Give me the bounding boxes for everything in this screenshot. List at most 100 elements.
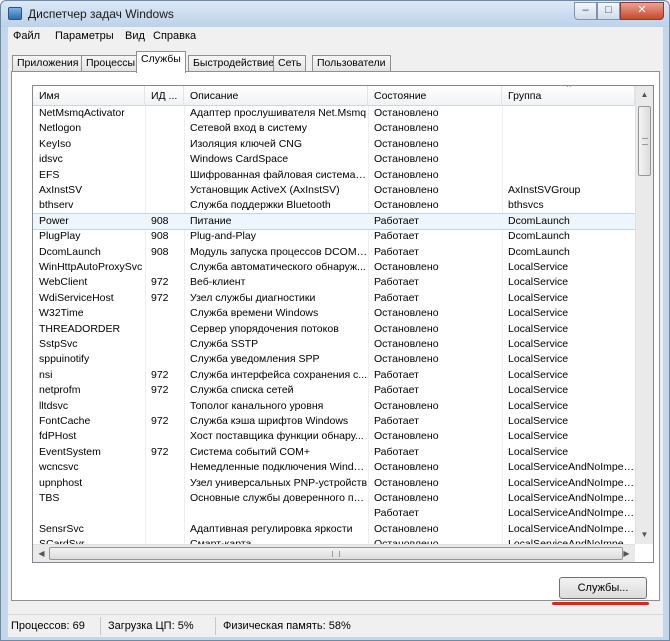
service-group xyxy=(502,106,635,121)
service-group: LocalService xyxy=(508,322,569,335)
service-group: DcomLaunch xyxy=(508,214,570,227)
service-group: LocalServiceAndNoImper... xyxy=(508,492,635,504)
close-button[interactable]: ✕ xyxy=(620,2,664,20)
service-row[interactable]: Netlogon Сетевой вход в систему Остановлен… xyxy=(33,121,635,136)
horizontal-scrollbar[interactable]: ◀ ▶ xyxy=(33,544,635,562)
tab-users[interactable]: Пользователи xyxy=(312,55,391,72)
status-cpu: Загрузка ЦП: 5% xyxy=(108,620,194,632)
service-row[interactable]: Power 908 Питание Работает DcomLaunch xyxy=(33,212,635,231)
service-group: LocalService xyxy=(508,430,569,443)
service-row[interactable]: fdPHost Хост поставщика функции обнару...… xyxy=(33,429,635,444)
horizontal-scroll-thumb[interactable] xyxy=(49,547,623,560)
service-row[interactable]: TBS Основные службы доверенного пл... Оста… xyxy=(33,491,635,506)
service-row[interactable]: EventSystem 972 Система событий COM+ Работа… xyxy=(33,445,635,460)
service-row[interactable]: SstpSvc Служба SSTP Остановлено LocalServic… xyxy=(33,337,635,352)
service-state: Остановлено xyxy=(374,107,439,119)
service-pid: 972 xyxy=(151,415,169,427)
service-description: Хост поставщика функции обнару... xyxy=(190,430,364,443)
service-row[interactable]: WdiServiceHost 972 Узел службы диагностики… xyxy=(33,291,635,306)
service-name: THREADORDER xyxy=(39,322,121,335)
menu-options[interactable]: Параметры xyxy=(55,30,114,42)
service-row[interactable]: lltdsvc Тополог канального уровня Остановл… xyxy=(33,399,635,414)
tab-network[interactable]: Сеть xyxy=(273,55,307,72)
service-pid: 972 xyxy=(151,291,169,304)
column-header-pid[interactable]: ИД ... xyxy=(145,86,184,106)
service-row[interactable]: FontCache 972 Служба кэша шрифтов Windows Р… xyxy=(33,414,635,429)
service-description: Система событий COM+ xyxy=(190,445,311,458)
column-header-name[interactable]: Имя xyxy=(33,86,145,106)
status-processes: Процессов: 69 xyxy=(11,620,85,632)
service-row[interactable]: Работает LocalServiceAndNoImper... xyxy=(33,506,635,521)
title-bar[interactable]: Диспетчер задач Windows – □ ✕ xyxy=(1,1,669,27)
service-name: EventSystem xyxy=(39,445,101,458)
status-divider xyxy=(215,617,216,635)
service-description xyxy=(184,506,368,521)
service-group: LocalService xyxy=(508,384,569,397)
list-rows: NetMsmqActivator Адаптер прослушивателя N… xyxy=(33,106,635,544)
column-header-description[interactable]: Описание xyxy=(184,86,368,106)
tab-performance[interactable]: Быстродействие xyxy=(188,55,280,72)
service-description: Служба интерфейса сохранения с... xyxy=(190,368,368,381)
service-pid: 972 xyxy=(151,276,169,289)
minimize-button[interactable]: – xyxy=(574,2,597,20)
service-row[interactable]: AxInstSV Установщик ActiveX (AxInstSV) Ост… xyxy=(33,183,635,198)
highlight-underline xyxy=(552,602,649,605)
service-name: EFS xyxy=(39,168,60,181)
service-row[interactable]: WinHttpAutoProxySvc Служба автоматическог… xyxy=(33,260,635,275)
vertical-scroll-thumb[interactable] xyxy=(638,106,651,176)
service-row[interactable]: PlugPlay 908 Plug-and-Play Работает DcomLaun… xyxy=(33,229,635,244)
service-pid xyxy=(145,106,184,121)
task-manager-icon xyxy=(8,7,22,20)
service-state: Остановлено xyxy=(374,322,439,335)
service-row[interactable]: DcomLaunch 908 Модуль запуска процессов DC… xyxy=(33,245,635,260)
service-pid: 972 xyxy=(151,445,169,458)
service-row[interactable]: SCardSvr Смарт-картаОстановленоLocalServi… xyxy=(33,537,635,544)
tab-services[interactable]: Службы xyxy=(136,51,186,73)
tab-strip: Приложения Процессы Службы Быстродействи… xyxy=(8,51,663,73)
scroll-up-icon[interactable]: ▲ xyxy=(636,86,653,103)
service-name: bthserv xyxy=(39,199,74,212)
maximize-button[interactable]: □ xyxy=(597,2,620,20)
service-row[interactable]: sppuinotify Служба уведомления SPP Останов… xyxy=(33,352,635,367)
vertical-scrollbar[interactable]: ▲ ▼ xyxy=(635,86,653,544)
tab-processes[interactable]: Процессы xyxy=(81,55,141,72)
status-divider xyxy=(100,617,101,635)
service-row[interactable]: NetMsmqActivator Адаптер прослушивателя N… xyxy=(33,106,635,121)
service-row[interactable]: WebClient 972 Веб-клиент Работает LocalServi… xyxy=(33,275,635,290)
service-row[interactable]: KeyIso Изоляция ключей CNG Остановлено xyxy=(33,137,635,152)
scroll-left-icon[interactable]: ◀ xyxy=(33,545,50,562)
service-row[interactable]: bthserv Служба поддержки Bluetooth Останов… xyxy=(33,198,635,213)
service-name: SCardSvr xyxy=(33,537,145,544)
service-row[interactable]: THREADORDER Сервер упорядочения потоков Ос… xyxy=(33,322,635,337)
service-state: Остановлено xyxy=(374,461,439,474)
service-pid xyxy=(145,537,184,544)
scroll-down-icon[interactable]: ▼ xyxy=(636,526,653,543)
service-row[interactable]: nsi 972 Служба интерфейса сохранения с... Р… xyxy=(33,368,635,383)
menu-view[interactable]: Вид xyxy=(125,30,145,42)
service-group: LocalService xyxy=(508,261,569,273)
service-row[interactable]: SensrSvc Адаптивная регулировка яркости Ос… xyxy=(33,522,635,537)
list-header: Имя ИД ... Описание Состояние Группа ^ xyxy=(33,86,635,106)
window-title: Диспетчер задач Windows xyxy=(28,7,174,21)
column-header-state[interactable]: Состояние xyxy=(368,86,502,106)
scroll-right-icon[interactable]: ▶ xyxy=(618,545,635,562)
service-row[interactable]: upnphost Узел универсальных PNP-устройств… xyxy=(33,476,635,491)
service-row[interactable]: EFS Шифрованная файловая система (... Оста… xyxy=(33,168,635,183)
service-group: LocalService xyxy=(508,445,569,458)
service-state: Работает xyxy=(374,245,419,258)
service-row[interactable]: idsvc Windows CardSpace Остановлено xyxy=(33,152,635,167)
service-pid xyxy=(145,399,184,414)
service-row[interactable]: W32Time Служба времени Windows Остановлено… xyxy=(33,306,635,321)
service-row[interactable]: netprofm 972 Служба списка сетей Работает Lo… xyxy=(33,383,635,398)
services-button[interactable]: Службы... xyxy=(559,577,647,599)
menu-file[interactable]: Файл xyxy=(13,30,40,42)
service-name: Netlogon xyxy=(39,122,82,135)
tab-applications[interactable]: Приложения xyxy=(12,55,84,72)
service-pid xyxy=(145,522,184,537)
service-row[interactable]: wcncsvc Немедленные подключения Windo... О… xyxy=(33,460,635,475)
service-group: DcomLaunch xyxy=(508,245,570,258)
menu-help[interactable]: Справка xyxy=(153,30,196,42)
scroll-grip-icon xyxy=(332,551,340,557)
service-group: bthsvcs xyxy=(508,199,544,212)
service-pid xyxy=(145,306,184,321)
